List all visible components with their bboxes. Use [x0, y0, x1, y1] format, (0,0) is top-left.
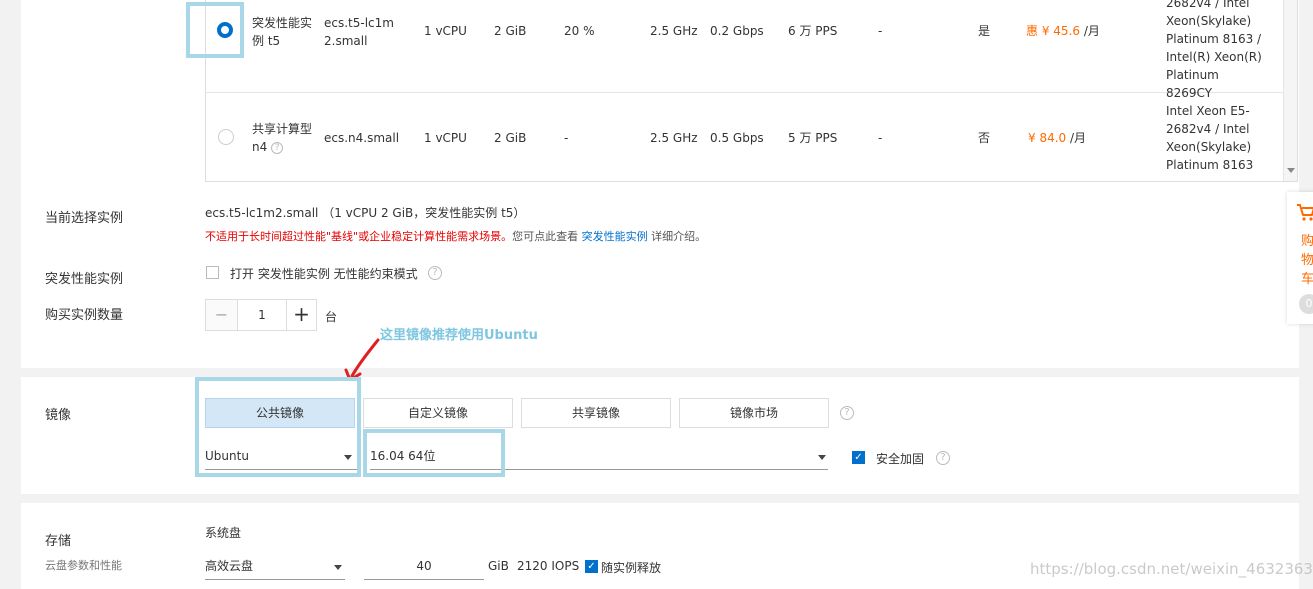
- tab-shared-image[interactable]: 共享镜像: [521, 398, 671, 428]
- cpu-line: Platinum 8163 /: [1166, 32, 1262, 46]
- cart-label-char: 物: [1301, 253, 1313, 268]
- instance-ipv6: -: [878, 131, 883, 145]
- os-select[interactable]: Ubuntu: [205, 446, 357, 470]
- quantity-input[interactable]: 1: [238, 300, 286, 330]
- instance-type-name: 共享计算型 n4 ?: [252, 120, 318, 156]
- warning-text: 不适用于长时间超过性能"基线"或企业稳定计算性能需求场景。: [205, 230, 513, 243]
- highlight-box-radio: [186, 2, 244, 58]
- image-label: 镜像: [45, 408, 72, 423]
- burst-checkbox-text: 打开 突发性能实例 无性能约束模式: [230, 267, 418, 281]
- chevron-down-icon[interactable]: [818, 455, 826, 460]
- hint-text-end: 详细介绍。: [651, 230, 707, 243]
- watermark: https://blog.csdn.net/weixin_46323637: [1030, 560, 1313, 578]
- burst-label: 突发性能实例: [45, 272, 124, 287]
- hint-text: 您可点此查看: [512, 230, 579, 243]
- price-value: ¥ 84.0: [1028, 131, 1067, 145]
- instance-radio[interactable]: [218, 129, 234, 145]
- system-disk-label: 系统盘: [205, 526, 242, 540]
- help-icon[interactable]: ?: [271, 141, 284, 154]
- release-with-instance-checkbox[interactable]: ✓: [585, 560, 598, 573]
- cpu-line: Xeon(Skylake): [1166, 14, 1252, 28]
- cpu-line: 2682v4 / Intel: [1166, 0, 1250, 10]
- table-row-divider: [205, 92, 1285, 93]
- price-discount-badge: 惠: [1026, 24, 1039, 38]
- scroll-down-icon[interactable]: [1287, 168, 1295, 173]
- instance-baseline: 20 %: [564, 24, 595, 38]
- current-selection-label: 当前选择实例: [45, 211, 124, 226]
- instance-memory: 2 GiB: [494, 24, 527, 38]
- instance-pps: 6 万 PPS: [788, 24, 838, 38]
- help-icon[interactable]: ?: [840, 406, 854, 420]
- instance-type-name: 突发性能实例 t5: [252, 16, 313, 48]
- instance-bandwidth: 0.2 Gbps: [710, 24, 764, 38]
- instance-cpu: 2682v4 / Intel Xeon(Skylake) Platinum 81…: [1166, 0, 1262, 102]
- os-select-value: Ubuntu: [205, 449, 249, 463]
- instance-io-optimized: 是: [978, 24, 991, 38]
- instance-io-optimized: 否: [978, 131, 991, 145]
- cpu-line: 2682v4 / Intel: [1166, 122, 1250, 136]
- quantity-unit: 台: [325, 310, 338, 324]
- instance-vcpu: 1 vCPU: [424, 24, 467, 38]
- cpu-line: Intel Xeon E5-: [1166, 104, 1250, 118]
- disk-type-select[interactable]: 高效云盘: [205, 556, 345, 580]
- quantity-label: 购买实例数量: [45, 308, 124, 323]
- disk-size-input[interactable]: 40: [364, 556, 484, 580]
- release-with-instance-label: 随实例释放: [601, 561, 662, 575]
- help-icon[interactable]: ?: [936, 451, 950, 465]
- disk-iops: 2120 IOPS: [517, 559, 580, 573]
- cpu-line: Platinum 8269CY: [1166, 68, 1219, 100]
- security-hardening-checkbox[interactable]: ✓: [852, 451, 865, 464]
- cpu-line: Xeon(Skylake): [1166, 140, 1252, 154]
- instance-spec: ecs.t5-lc1m2.small: [324, 16, 394, 48]
- storage-label: 存储: [45, 534, 72, 549]
- tab-image-market[interactable]: 镜像市场: [679, 398, 829, 428]
- instance-vcpu: 1 vCPU: [424, 131, 467, 145]
- instance-bandwidth: 0.5 Gbps: [710, 131, 764, 145]
- cpu-line: Intel(R) Xeon(R): [1166, 50, 1262, 64]
- chevron-down-icon[interactable]: [334, 565, 342, 570]
- selection-warning: 不适用于长时间超过性能"基线"或企业稳定计算性能需求场景。您可点此查看 突发性能…: [205, 228, 706, 244]
- current-selection-value: ecs.t5-lc1m2.small （1 vCPU 2 GiB，突发性能实例 …: [205, 206, 526, 220]
- price-value: ¥ 45.6: [1041, 24, 1081, 38]
- disk-size-unit: GiB: [488, 559, 509, 573]
- quantity-minus-button[interactable]: −: [206, 300, 238, 330]
- disk-type-value: 高效云盘: [205, 559, 254, 573]
- highlight-box-version: [363, 429, 505, 477]
- instance-price: ¥ 84.0 /月: [1028, 129, 1086, 147]
- instance-clock: 2.5 GHz: [650, 131, 698, 145]
- burst-unlimited-checkbox[interactable]: [206, 266, 219, 279]
- cpu-line: Platinum 8163: [1166, 158, 1254, 172]
- instance-baseline: -: [564, 131, 569, 145]
- disk-size-value: 40: [416, 559, 432, 573]
- tab-public-image[interactable]: 公共镜像: [205, 398, 355, 428]
- cart-label-char: 车: [1301, 272, 1313, 287]
- instance-spec: ecs.n4.small: [324, 131, 400, 145]
- chevron-down-icon[interactable]: [344, 455, 352, 460]
- cart-icon: [1297, 204, 1313, 221]
- cart-count-badge: 0: [1299, 294, 1313, 314]
- quantity-stepper: − 1 +: [205, 299, 317, 331]
- help-icon[interactable]: ?: [428, 266, 442, 280]
- price-unit: /月: [1070, 131, 1087, 145]
- cart-label-char: 购: [1301, 234, 1313, 249]
- instance-pps: 5 万 PPS: [788, 131, 838, 145]
- burst-instance-link[interactable]: 突发性能实例: [582, 230, 648, 243]
- annotation-text: 这里镜像推荐使用Ubuntu: [380, 328, 538, 343]
- instance-price: 惠 ¥ 45.6 /月: [1026, 22, 1100, 40]
- security-hardening-label: 安全加固: [876, 452, 925, 466]
- quantity-plus-button[interactable]: +: [286, 300, 316, 330]
- price-unit: /月: [1083, 24, 1100, 38]
- instance-cpu: Intel Xeon E5- 2682v4 / Intel Xeon(Skyla…: [1166, 102, 1262, 174]
- tab-custom-image[interactable]: 自定义镜像: [363, 398, 513, 428]
- table-scrollbar[interactable]: [1283, 0, 1297, 181]
- instance-ipv6: -: [878, 24, 883, 38]
- instance-radio-selected[interactable]: [217, 22, 233, 38]
- cart-widget[interactable]: 购 物 车 0: [1287, 192, 1313, 324]
- instance-clock: 2.5 GHz: [650, 24, 698, 38]
- instance-memory: 2 GiB: [494, 131, 527, 145]
- storage-sublabel: 云盘参数和性能: [45, 559, 122, 572]
